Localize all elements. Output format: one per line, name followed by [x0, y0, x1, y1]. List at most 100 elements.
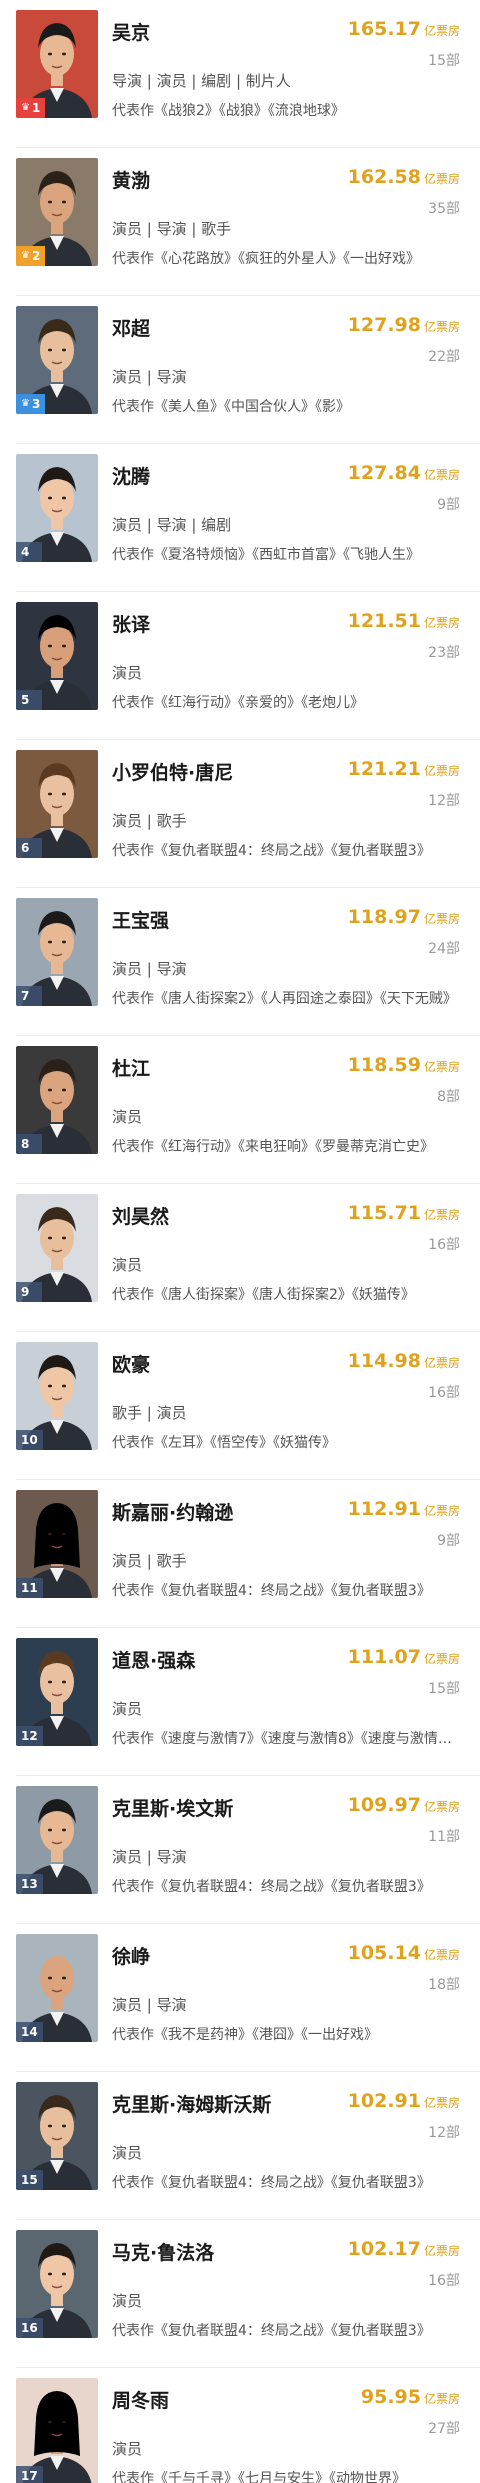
actor-row[interactable]: 5 张译 121.51 亿票房 23部 演员 代表作《红海行动》《亲爱的》《老炮… [0, 592, 480, 740]
actor-row[interactable]: 6 小罗伯特·唐尼 121.21 亿票房 12部 演员 | 歌手 代表作《复仇者… [0, 740, 480, 888]
works-count: 22部 [428, 349, 460, 365]
actor-row[interactable]: 11 斯嘉丽·约翰逊 112.91 亿票房 9部 演员 | 歌手 代表作《复仇者… [0, 1480, 480, 1628]
actor-roles: 演员 | 导演 | 歌手 [112, 220, 232, 238]
crown-icon: ♛ [21, 398, 30, 409]
box-office-unit: 亿票房 [423, 1208, 460, 1222]
actor-photo[interactable]: ♛ 3 [16, 306, 98, 414]
actor-name[interactable]: 沈腾 [112, 462, 150, 489]
works-count: 9部 [437, 1533, 460, 1549]
actor-row[interactable]: 7 王宝强 118.97 亿票房 24部 演员 | 导演 代表作《唐人街探案2》… [0, 888, 480, 1036]
rank-badge: 4 [16, 542, 42, 562]
works-count: 27部 [428, 2421, 460, 2437]
rank-number: 8 [21, 1137, 30, 1151]
actor-photo[interactable]: 13 [16, 1786, 98, 1894]
actor-name[interactable]: 马克·鲁法洛 [112, 2238, 214, 2265]
box-office-unit: 亿票房 [423, 1800, 460, 1814]
box-office-unit: 亿票房 [423, 320, 460, 334]
box-office-total: 112.91 亿票房 [348, 1498, 460, 1520]
box-office-value: 114.98 [347, 1350, 421, 1372]
box-office-unit: 亿票房 [423, 1504, 460, 1518]
actor-photo[interactable]: 16 [16, 2230, 98, 2338]
box-office-total: 127.84 亿票房 [348, 462, 460, 484]
box-office-total: 118.97 亿票房 [348, 906, 460, 928]
actor-row[interactable]: ♛ 3 邓超 127.98 亿票房 22部 演员 | 导演 代表作《美人鱼》《中国… [0, 296, 480, 444]
works-count: 16部 [428, 1237, 460, 1253]
representative-works: 代表作《千与千寻》《七月与安生》《动物世界》 [112, 2471, 406, 2483]
box-office-unit: 亿票房 [423, 2392, 460, 2406]
box-office-total: 114.98 亿票房 [348, 1350, 460, 1372]
actor-photo[interactable]: 9 [16, 1194, 98, 1302]
actor-photo[interactable]: ♛ 1 [16, 10, 98, 118]
actor-name[interactable]: 欧豪 [112, 1350, 150, 1377]
actor-row[interactable]: 14 徐峥 105.14 亿票房 18部 演员 | 导演 代表作《我不是药神》《… [0, 1924, 480, 2072]
works-count: 24部 [428, 941, 460, 957]
actor-row[interactable]: 12 道恩·强森 111.07 亿票房 15部 演员 代表作《速度与激情7》《速… [0, 1628, 480, 1776]
actor-roles: 演员 | 导演 [112, 960, 187, 978]
rank-number: 13 [21, 1877, 38, 1891]
actor-name[interactable]: 小罗伯特·唐尼 [112, 758, 233, 785]
actor-name[interactable]: 邓超 [112, 314, 150, 341]
actor-name[interactable]: 道恩·强森 [112, 1646, 195, 1673]
actor-name[interactable]: 吴京 [112, 18, 150, 45]
works-count: 23部 [428, 645, 460, 661]
actor-row[interactable]: 15 克里斯·海姆斯沃斯 102.91 亿票房 12部 演员 代表作《复仇者联盟… [0, 2072, 480, 2220]
actor-row[interactable]: 4 沈腾 127.84 亿票房 9部 演员 | 导演 | 编剧 代表作《夏洛特烦… [0, 444, 480, 592]
actor-row[interactable]: 8 杜江 118.59 亿票房 8部 演员 代表作《红海行动》《来电狂响》《罗曼… [0, 1036, 480, 1184]
representative-works: 代表作《心花路放》《疯狂的外星人》《一出好戏》 [112, 251, 420, 267]
actor-photo[interactable]: 11 [16, 1490, 98, 1598]
actor-name[interactable]: 张译 [112, 610, 150, 637]
representative-works: 代表作《夏洛特烦恼》《西虹市首富》《飞驰人生》 [112, 547, 420, 563]
rank-number: 11 [21, 1581, 38, 1595]
box-office-total: 105.14 亿票房 [348, 1942, 460, 1964]
actor-photo[interactable]: 4 [16, 454, 98, 562]
actor-name[interactable]: 黄渤 [112, 166, 150, 193]
actor-name[interactable]: 刘昊然 [112, 1202, 169, 1229]
actor-photo[interactable]: 14 [16, 1934, 98, 2042]
actor-roles: 导演 | 演员 | 编剧 | 制片人 [112, 72, 291, 90]
actor-name[interactable]: 徐峥 [112, 1942, 150, 1969]
representative-works: 代表作《唐人街探案2》《人再囧途之泰囧》《天下无贼》 [112, 991, 457, 1007]
actor-name[interactable]: 杜江 [112, 1054, 150, 1081]
actor-name[interactable]: 克里斯·海姆斯沃斯 [112, 2090, 271, 2117]
rank-number: 12 [21, 1729, 38, 1743]
actor-row[interactable]: ♛ 2 黄渤 162.58 亿票房 35部 演员 | 导演 | 歌手 代表作《心花… [0, 148, 480, 296]
actor-photo[interactable]: ♛ 2 [16, 158, 98, 266]
rank-badge: 13 [16, 1874, 43, 1894]
actor-name[interactable]: 王宝强 [112, 906, 169, 933]
actor-photo[interactable]: 7 [16, 898, 98, 1006]
representative-works: 代表作《复仇者联盟4：终局之战》《复仇者联盟3》 [112, 2175, 431, 2191]
actor-name[interactable]: 克里斯·埃文斯 [112, 1794, 233, 1821]
actor-name[interactable]: 周冬雨 [112, 2386, 169, 2413]
box-office-unit: 亿票房 [423, 172, 460, 186]
actor-roles: 演员 | 导演 | 编剧 [112, 516, 232, 534]
actor-roles: 演员 | 导演 [112, 1848, 187, 1866]
rank-badge: 14 [16, 2022, 43, 2042]
box-office-value: 127.98 [347, 314, 421, 336]
actor-name[interactable]: 斯嘉丽·约翰逊 [112, 1498, 233, 1525]
box-office-value: 162.58 [347, 166, 421, 188]
actor-photo[interactable]: 10 [16, 1342, 98, 1450]
box-office-unit: 亿票房 [423, 1356, 460, 1370]
actor-photo[interactable]: 17 [16, 2378, 98, 2483]
actor-row[interactable]: 16 马克·鲁法洛 102.17 亿票房 16部 演员 代表作《复仇者联盟4：终… [0, 2220, 480, 2368]
works-count: 18部 [428, 1977, 460, 1993]
actor-row[interactable]: 10 欧豪 114.98 亿票房 16部 歌手 | 演员 代表作《左耳》《悟空传… [0, 1332, 480, 1480]
actor-row[interactable]: ♛ 1 吴京 165.17 亿票房 15部 导演 | 演员 | 编剧 | 制片人 … [0, 0, 480, 148]
box-office-value: 121.51 [347, 610, 421, 632]
actor-photo[interactable]: 12 [16, 1638, 98, 1746]
actor-roles: 演员 [112, 664, 143, 682]
box-office-value: 111.07 [347, 1646, 421, 1668]
actor-photo[interactable]: 8 [16, 1046, 98, 1154]
actor-roles: 演员 [112, 1108, 143, 1126]
actor-photo[interactable]: 6 [16, 750, 98, 858]
works-count: 15部 [428, 53, 460, 69]
rank-badge: ♛ 1 [16, 98, 46, 118]
box-office-total: 165.17 亿票房 [348, 18, 460, 40]
box-office-unit: 亿票房 [423, 1060, 460, 1074]
actor-photo[interactable]: 15 [16, 2082, 98, 2190]
actor-row[interactable]: 13 克里斯·埃文斯 109.97 亿票房 11部 演员 | 导演 代表作《复仇… [0, 1776, 480, 1924]
rank-badge: 12 [16, 1726, 43, 1746]
actor-photo[interactable]: 5 [16, 602, 98, 710]
actor-row[interactable]: 9 刘昊然 115.71 亿票房 16部 演员 代表作《唐人街探案》《唐人街探案… [0, 1184, 480, 1332]
actor-row[interactable]: 17 周冬雨 95.95 亿票房 27部 演员 代表作《千与千寻》《七月与安生》… [0, 2368, 480, 2483]
